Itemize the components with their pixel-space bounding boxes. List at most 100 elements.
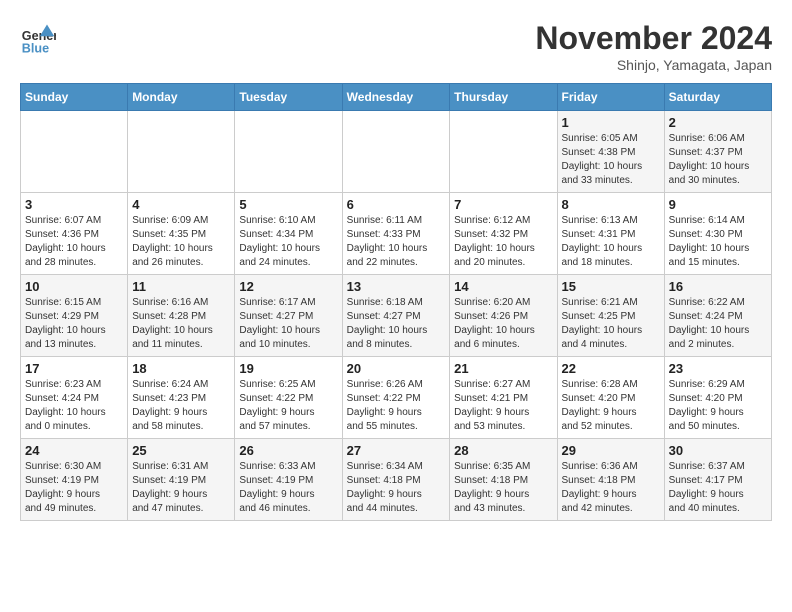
calendar-cell [450, 111, 557, 193]
day-info: Sunrise: 6:26 AM Sunset: 4:22 PM Dayligh… [347, 378, 446, 434]
day-number: 14 [454, 279, 552, 294]
calendar-cell: 13Sunrise: 6:18 AM Sunset: 4:27 PM Dayli… [342, 275, 450, 357]
day-info: Sunrise: 6:37 AM Sunset: 4:17 PM Dayligh… [669, 460, 767, 516]
calendar-cell: 24Sunrise: 6:30 AM Sunset: 4:19 PM Dayli… [21, 439, 128, 521]
day-info: Sunrise: 6:33 AM Sunset: 4:19 PM Dayligh… [239, 460, 337, 516]
day-number: 5 [239, 197, 337, 212]
day-number: 11 [132, 279, 230, 294]
day-info: Sunrise: 6:23 AM Sunset: 4:24 PM Dayligh… [25, 378, 123, 434]
day-number: 26 [239, 443, 337, 458]
day-number: 9 [669, 197, 767, 212]
day-info: Sunrise: 6:10 AM Sunset: 4:34 PM Dayligh… [239, 214, 337, 270]
logo-icon: General Blue [20, 20, 56, 56]
day-number: 19 [239, 361, 337, 376]
calendar-cell [235, 111, 342, 193]
day-number: 22 [562, 361, 660, 376]
weekday-header: Monday [128, 84, 235, 111]
day-number: 6 [347, 197, 446, 212]
calendar-week-row: 10Sunrise: 6:15 AM Sunset: 4:29 PM Dayli… [21, 275, 772, 357]
weekday-header: Friday [557, 84, 664, 111]
calendar-cell: 26 Sunrise: 6:33 AM Sunset: 4:19 PM Dayli… [235, 439, 342, 521]
weekday-header: Sunday [21, 84, 128, 111]
calendar-cell: 5 Sunrise: 6:10 AM Sunset: 4:34 PM Daylig… [235, 193, 342, 275]
logo: General Blue [20, 20, 56, 56]
day-info: Sunrise: 6:31 AM Sunset: 4:19 PM Dayligh… [132, 460, 230, 516]
calendar-cell: 3Sunrise: 6:07 AM Sunset: 4:36 PM Daylig… [21, 193, 128, 275]
day-number: 23 [669, 361, 767, 376]
weekday-header: Thursday [450, 84, 557, 111]
day-number: 1 [562, 115, 660, 130]
weekday-header: Saturday [664, 84, 771, 111]
day-info: Sunrise: 6:12 AM Sunset: 4:32 PM Dayligh… [454, 214, 552, 270]
calendar-cell: 25 Sunrise: 6:31 AM Sunset: 4:19 PM Dayli… [128, 439, 235, 521]
day-info: Sunrise: 6:17 AM Sunset: 4:27 PM Dayligh… [239, 296, 337, 352]
day-info: Sunrise: 6:30 AM Sunset: 4:19 PM Dayligh… [25, 460, 123, 516]
day-info: Sunrise: 6:11 AM Sunset: 4:33 PM Dayligh… [347, 214, 446, 270]
day-info: Sunrise: 6:06 AM Sunset: 4:37 PM Dayligh… [669, 132, 767, 188]
page-header: General Blue November 2024 Shinjo, Yamag… [20, 20, 772, 73]
calendar-cell: 20 Sunrise: 6:26 AM Sunset: 4:22 PM Dayli… [342, 357, 450, 439]
calendar-cell: 8 Sunrise: 6:13 AM Sunset: 4:31 PM Daylig… [557, 193, 664, 275]
day-number: 29 [562, 443, 660, 458]
calendar-cell: 27Sunrise: 6:34 AM Sunset: 4:18 PM Dayli… [342, 439, 450, 521]
weekday-header: Tuesday [235, 84, 342, 111]
day-info: Sunrise: 6:24 AM Sunset: 4:23 PM Dayligh… [132, 378, 230, 434]
day-info: Sunrise: 6:20 AM Sunset: 4:26 PM Dayligh… [454, 296, 552, 352]
day-number: 16 [669, 279, 767, 294]
calendar-cell: 2 Sunrise: 6:06 AM Sunset: 4:37 PM Daylig… [664, 111, 771, 193]
day-number: 2 [669, 115, 767, 130]
day-info: Sunrise: 6:16 AM Sunset: 4:28 PM Dayligh… [132, 296, 230, 352]
calendar-week-row: 24Sunrise: 6:30 AM Sunset: 4:19 PM Dayli… [21, 439, 772, 521]
calendar-cell: 28 Sunrise: 6:35 AM Sunset: 4:18 PM Dayli… [450, 439, 557, 521]
calendar-cell: 23 Sunrise: 6:29 AM Sunset: 4:20 PM Dayli… [664, 357, 771, 439]
day-number: 20 [347, 361, 446, 376]
svg-text:Blue: Blue [22, 41, 49, 55]
day-info: Sunrise: 6:34 AM Sunset: 4:18 PM Dayligh… [347, 460, 446, 516]
day-number: 25 [132, 443, 230, 458]
day-info: Sunrise: 6:07 AM Sunset: 4:36 PM Dayligh… [25, 214, 123, 270]
day-number: 21 [454, 361, 552, 376]
calendar-cell: 16Sunrise: 6:22 AM Sunset: 4:24 PM Dayli… [664, 275, 771, 357]
day-number: 15 [562, 279, 660, 294]
calendar-cell: 6 Sunrise: 6:11 AM Sunset: 4:33 PM Daylig… [342, 193, 450, 275]
calendar-cell: 29Sunrise: 6:36 AM Sunset: 4:18 PM Dayli… [557, 439, 664, 521]
calendar-cell: 10Sunrise: 6:15 AM Sunset: 4:29 PM Dayli… [21, 275, 128, 357]
calendar-cell: 30Sunrise: 6:37 AM Sunset: 4:17 PM Dayli… [664, 439, 771, 521]
calendar-cell: 4Sunrise: 6:09 AM Sunset: 4:35 PM Daylig… [128, 193, 235, 275]
calendar-cell: 12 Sunrise: 6:17 AM Sunset: 4:27 PM Dayli… [235, 275, 342, 357]
calendar-cell: 1Sunrise: 6:05 AM Sunset: 4:38 PM Daylig… [557, 111, 664, 193]
day-info: Sunrise: 6:27 AM Sunset: 4:21 PM Dayligh… [454, 378, 552, 434]
day-info: Sunrise: 6:21 AM Sunset: 4:25 PM Dayligh… [562, 296, 660, 352]
title-block: November 2024 Shinjo, Yamagata, Japan [535, 20, 772, 73]
day-info: Sunrise: 6:14 AM Sunset: 4:30 PM Dayligh… [669, 214, 767, 270]
calendar-cell [342, 111, 450, 193]
calendar-cell: 17 Sunrise: 6:23 AM Sunset: 4:24 PM Dayli… [21, 357, 128, 439]
day-info: Sunrise: 6:35 AM Sunset: 4:18 PM Dayligh… [454, 460, 552, 516]
calendar-week-row: 3Sunrise: 6:07 AM Sunset: 4:36 PM Daylig… [21, 193, 772, 275]
calendar-cell [21, 111, 128, 193]
day-number: 12 [239, 279, 337, 294]
calendar-cell: 21 Sunrise: 6:27 AM Sunset: 4:21 PM Dayli… [450, 357, 557, 439]
location-subtitle: Shinjo, Yamagata, Japan [535, 57, 772, 73]
calendar-week-row: 17 Sunrise: 6:23 AM Sunset: 4:24 PM Dayli… [21, 357, 772, 439]
month-title: November 2024 [535, 20, 772, 57]
day-number: 8 [562, 197, 660, 212]
day-info: Sunrise: 6:09 AM Sunset: 4:35 PM Dayligh… [132, 214, 230, 270]
day-number: 7 [454, 197, 552, 212]
day-info: Sunrise: 6:29 AM Sunset: 4:20 PM Dayligh… [669, 378, 767, 434]
calendar-cell: 18 Sunrise: 6:24 AM Sunset: 4:23 PM Dayli… [128, 357, 235, 439]
calendar-cell: 22 Sunrise: 6:28 AM Sunset: 4:20 PM Dayli… [557, 357, 664, 439]
weekday-header-row: SundayMondayTuesdayWednesdayThursdayFrid… [21, 84, 772, 111]
day-number: 17 [25, 361, 123, 376]
day-number: 28 [454, 443, 552, 458]
day-info: Sunrise: 6:13 AM Sunset: 4:31 PM Dayligh… [562, 214, 660, 270]
calendar-cell: 7 Sunrise: 6:12 AM Sunset: 4:32 PM Daylig… [450, 193, 557, 275]
calendar-table: SundayMondayTuesdayWednesdayThursdayFrid… [20, 83, 772, 521]
calendar-cell: 19Sunrise: 6:25 AM Sunset: 4:22 PM Dayli… [235, 357, 342, 439]
calendar-cell: 11 Sunrise: 6:16 AM Sunset: 4:28 PM Dayli… [128, 275, 235, 357]
day-info: Sunrise: 6:28 AM Sunset: 4:20 PM Dayligh… [562, 378, 660, 434]
calendar-cell: 9 Sunrise: 6:14 AM Sunset: 4:30 PM Daylig… [664, 193, 771, 275]
day-info: Sunrise: 6:18 AM Sunset: 4:27 PM Dayligh… [347, 296, 446, 352]
day-number: 18 [132, 361, 230, 376]
calendar-cell: 15 Sunrise: 6:21 AM Sunset: 4:25 PM Dayli… [557, 275, 664, 357]
